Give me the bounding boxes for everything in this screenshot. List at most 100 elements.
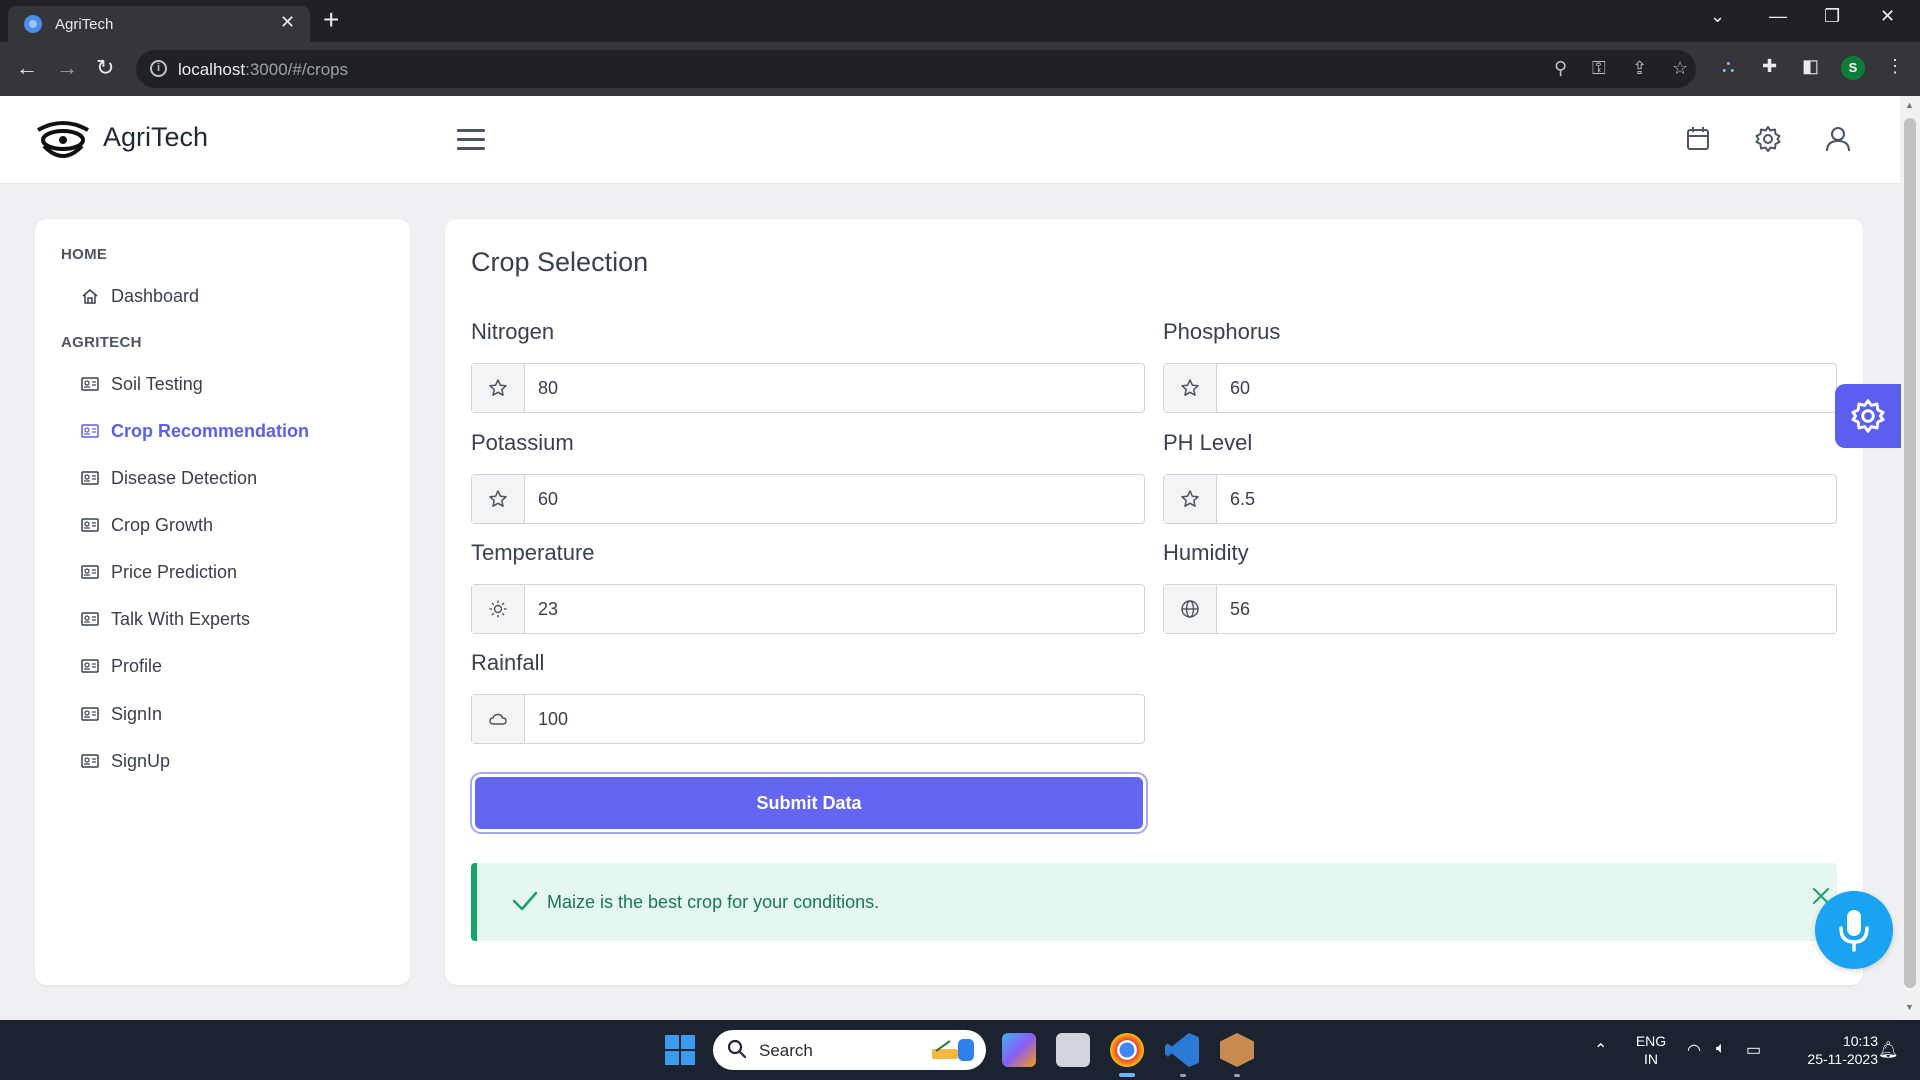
sidebar-item-signin[interactable]: SignIn — [81, 699, 162, 729]
ph-level-input[interactable] — [1217, 475, 1836, 523]
id-card-icon — [81, 612, 99, 626]
id-card-icon — [81, 518, 99, 532]
package-app-icon[interactable] — [1220, 1033, 1254, 1067]
extension-icon[interactable]: ⛬ — [1722, 56, 1735, 77]
wifi-icon[interactable]: ◠ — [1687, 1040, 1701, 1060]
language-code: ENG — [1635, 1033, 1667, 1049]
sidebar-item-label: Disease Detection — [111, 467, 258, 488]
battery-icon[interactable]: ▭ — [1746, 1040, 1761, 1060]
url-text[interactable]: localhost:3000/#/crops — [178, 60, 348, 80]
scroll-down-icon[interactable]: ▼ — [1905, 1002, 1914, 1012]
site-info-icon[interactable]: i — [150, 60, 167, 77]
phosphorus-addon — [1164, 364, 1217, 412]
vscode-running-indicator — [1180, 1074, 1186, 1077]
menu-kebab-icon[interactable]: ⋮ — [1886, 56, 1904, 77]
id-card-icon — [81, 565, 99, 579]
sidebar-item-signup[interactable]: SignUp — [81, 746, 170, 776]
globe-icon — [1181, 600, 1199, 618]
sidebar-item-soil-testing[interactable]: Soil Testing — [81, 369, 203, 399]
submit-data-button[interactable]: Submit Data — [475, 777, 1143, 829]
potassium-input-group — [471, 474, 1145, 524]
user-icon[interactable] — [1821, 122, 1855, 156]
package-running-indicator — [1234, 1074, 1240, 1077]
humidity-input[interactable] — [1217, 585, 1836, 633]
search-highlight-icon — [932, 1039, 974, 1061]
sidebar-section-home: HOME — [61, 246, 108, 263]
hamburger-menu-icon[interactable] — [457, 129, 485, 156]
location-pin-icon[interactable]: ⚲ — [1554, 58, 1567, 79]
minimize-icon[interactable]: — — [1769, 6, 1787, 27]
voice-input-button[interactable] — [1815, 891, 1893, 969]
clock-time: 10:13 — [1842, 1033, 1878, 1049]
share-icon[interactable]: ⇪ — [1632, 58, 1647, 79]
chrome-app-icon[interactable] — [1110, 1033, 1144, 1067]
scroll-thumb[interactable] — [1904, 118, 1916, 988]
gear-icon — [1851, 399, 1885, 433]
phosphorus-input[interactable] — [1217, 364, 1836, 412]
sidebar-item-crop-recommendation[interactable]: Crop Recommendation — [81, 416, 309, 446]
id-card-icon — [81, 377, 99, 391]
sidebar-item-label: Price Prediction — [111, 561, 238, 582]
forward-icon[interactable]: → — [56, 55, 78, 81]
window-close-icon[interactable]: ✕ — [1880, 6, 1895, 27]
sidebar-item-dashboard[interactable]: Dashboard — [81, 281, 199, 311]
browser-tab[interactable]: AgriTech ✕ — [8, 6, 310, 42]
bookmark-star-icon[interactable]: ☆ — [1672, 58, 1688, 79]
copilot-app-icon[interactable] — [1002, 1033, 1036, 1067]
puzzle-icon[interactable]: ✚ — [1762, 56, 1777, 77]
favicon-icon — [24, 15, 42, 33]
file-explorer-app-icon[interactable] — [1056, 1033, 1090, 1067]
sidebar-item-talk-with-experts[interactable]: Talk With Experts — [81, 604, 250, 634]
url-host: localhost — [178, 60, 246, 79]
sidebar-item-label: Crop Recommendation — [111, 420, 310, 441]
clock[interactable]: 10:13 25-11-2023 — [1782, 1032, 1878, 1068]
notification-bell-icon[interactable]: 🔔︎ — [1878, 1040, 1898, 1060]
id-card-icon — [81, 424, 99, 438]
address-bar[interactable]: i localhost:3000/#/crops ⚲ ⚿ ⇪ ☆ — [136, 50, 1696, 88]
id-card-icon — [81, 707, 99, 721]
vscode-app-icon[interactable] — [1165, 1033, 1199, 1067]
side-panel-icon[interactable]: ◧ — [1802, 56, 1819, 77]
reload-icon[interactable]: ↻ — [96, 55, 114, 81]
temperature-label: Temperature — [471, 540, 595, 565]
key-icon[interactable]: ⚿ — [1592, 58, 1606, 79]
settings-gear-icon[interactable] — [1751, 122, 1785, 156]
rainfall-input[interactable] — [525, 695, 1144, 743]
volume-icon[interactable]: 🔈︎ — [1716, 1040, 1726, 1058]
ph-level-input-group — [1163, 474, 1837, 524]
tab-close-icon[interactable]: ✕ — [280, 12, 295, 33]
sidebar-item-profile[interactable]: Profile — [81, 651, 162, 681]
profile-avatar[interactable]: S — [1841, 56, 1865, 80]
sidebar-item-crop-growth[interactable]: Crop Growth — [81, 510, 213, 540]
theme-settings-button[interactable] — [1835, 384, 1901, 448]
potassium-label: Potassium — [471, 430, 574, 455]
phosphorus-input-group — [1163, 363, 1837, 413]
scroll-up-icon[interactable]: ▲ — [1905, 100, 1914, 110]
sidebar-item-disease-detection[interactable]: Disease Detection — [81, 463, 257, 493]
taskbar-search-label: Search — [759, 1041, 813, 1060]
tab-search-chevron-icon[interactable]: ⌄ — [1710, 6, 1725, 27]
cloud-icon — [489, 713, 507, 725]
language-indicator[interactable]: ENG IN — [1634, 1032, 1668, 1068]
brand-name[interactable]: AgriTech — [103, 122, 208, 153]
tray-chevron-up-icon[interactable]: ⌃ — [1594, 1040, 1607, 1060]
rainfall-input-group — [471, 694, 1145, 744]
humidity-input-group — [1163, 584, 1837, 634]
sidebar-item-price-prediction[interactable]: Price Prediction — [81, 557, 237, 587]
nitrogen-input[interactable] — [525, 364, 1144, 412]
checkmark-icon — [512, 891, 538, 911]
potassium-input[interactable] — [525, 475, 1144, 523]
new-tab-icon[interactable]: + — [323, 4, 339, 36]
chrome-active-indicator — [1119, 1073, 1135, 1077]
back-icon[interactable]: ← — [16, 55, 38, 81]
restore-icon[interactable]: ❐ — [1824, 6, 1840, 27]
temperature-input[interactable] — [525, 585, 1144, 633]
clock-date: 25-11-2023 — [1807, 1051, 1878, 1067]
taskbar-search[interactable]: Search — [713, 1030, 986, 1070]
crop-selection-card: Crop Selection Nitrogen Phosphorus Potas… — [445, 219, 1863, 985]
page-scrollbar[interactable]: ▲ ▼ — [1900, 96, 1920, 1020]
calendar-icon[interactable] — [1681, 122, 1715, 156]
sidebar: HOME Dashboard AGRITECH Soil Testing Cro… — [35, 219, 410, 985]
windows-start-icon[interactable] — [665, 1035, 695, 1065]
rainfall-label: Rainfall — [471, 650, 545, 675]
